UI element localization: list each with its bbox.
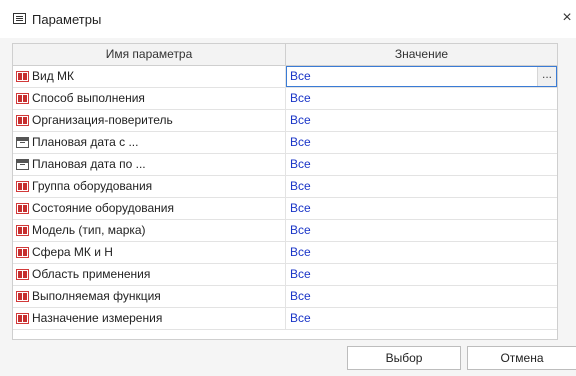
select-button[interactable]: Выбор (347, 346, 461, 370)
value-cell[interactable]: Все (286, 88, 557, 109)
parameter-value: Все (290, 245, 311, 259)
text-param-icon (16, 115, 29, 126)
name-cell[interactable]: Способ выполнения (13, 88, 286, 109)
table-row[interactable]: Область применения Все (13, 264, 557, 286)
value-cell[interactable]: Все (286, 110, 557, 131)
value-cell[interactable]: Все (286, 176, 557, 197)
table-row[interactable]: Организация-поверитель Все (13, 110, 557, 132)
parameter-value: Все (290, 69, 311, 83)
parameter-name: Плановая дата с ... (32, 135, 139, 149)
parameter-name: Группа оборудования (32, 179, 153, 193)
parameter-value: Все (290, 91, 311, 105)
name-cell[interactable]: Область применения (13, 264, 286, 285)
value-cell[interactable]: Все (286, 154, 557, 175)
text-param-icon (16, 225, 29, 236)
text-param-icon (16, 291, 29, 302)
text-param-icon (16, 93, 29, 104)
calendar-icon (16, 159, 29, 170)
table-row[interactable]: Вид МК Все ... (13, 66, 557, 88)
parameter-name: Вид МК (32, 69, 75, 83)
close-icon[interactable]: × (560, 9, 574, 27)
name-cell[interactable]: Плановая дата с ... (13, 132, 286, 153)
parameter-value: Все (290, 311, 311, 325)
text-param-icon (16, 247, 29, 258)
name-cell[interactable]: Группа оборудования (13, 176, 286, 197)
title-bar: Параметры × (0, 0, 576, 38)
text-param-icon (16, 313, 29, 324)
table-row[interactable]: Плановая дата с ... Все (13, 132, 557, 154)
table-row[interactable]: Выполняемая функция Все (13, 286, 557, 308)
parameter-value: Все (290, 113, 311, 127)
parameter-value: Все (290, 289, 311, 303)
parameter-value: Все (290, 201, 311, 215)
form-icon (13, 13, 26, 24)
table-row[interactable]: Группа оборудования Все (13, 176, 557, 198)
table-row[interactable]: Плановая дата по ... Все (13, 154, 557, 176)
parameter-value: Все (290, 135, 311, 149)
text-param-icon (16, 71, 29, 82)
table-header: Имя параметра Значение (13, 44, 557, 66)
table-row[interactable]: Сфера МК и Н Все (13, 242, 557, 264)
text-param-icon (16, 181, 29, 192)
parameter-name: Состояние оборудования (32, 201, 174, 215)
table-row[interactable]: Модель (тип, марка) Все (13, 220, 557, 242)
name-cell[interactable]: Назначение измерения (13, 308, 286, 329)
name-cell[interactable]: Вид МК (13, 66, 286, 87)
text-param-icon (16, 203, 29, 214)
name-cell[interactable]: Сфера МК и Н (13, 242, 286, 263)
ellipsis-button[interactable]: ... (537, 67, 556, 86)
name-cell[interactable]: Организация-поверитель (13, 110, 286, 131)
name-cell[interactable]: Модель (тип, марка) (13, 220, 286, 241)
parameter-name: Модель (тип, марка) (32, 223, 146, 237)
value-cell[interactable]: Все ... (286, 66, 557, 87)
name-cell[interactable]: Состояние оборудования (13, 198, 286, 219)
calendar-icon (16, 137, 29, 148)
value-cell[interactable]: Все (286, 308, 557, 329)
table-row[interactable]: Способ выполнения Все (13, 88, 557, 110)
column-header-value[interactable]: Значение (286, 44, 557, 65)
value-cell[interactable]: Все (286, 286, 557, 307)
name-cell[interactable]: Выполняемая функция (13, 286, 286, 307)
parameter-value: Все (290, 179, 311, 193)
column-header-name[interactable]: Имя параметра (13, 44, 286, 65)
value-cell[interactable]: Все (286, 220, 557, 241)
value-cell[interactable]: Все (286, 264, 557, 285)
value-cell[interactable]: Все (286, 242, 557, 263)
text-param-icon (16, 269, 29, 280)
parameter-name: Способ выполнения (32, 91, 145, 105)
parameters-table: Имя параметра Значение Вид МК Все ... Сп… (12, 43, 558, 340)
table-row[interactable]: Назначение измерения Все (13, 308, 557, 330)
parameter-name: Выполняемая функция (32, 289, 161, 303)
name-cell[interactable]: Плановая дата по ... (13, 154, 286, 175)
parameter-name: Область применения (32, 267, 151, 281)
parameter-name: Организация-поверитель (32, 113, 173, 127)
parameter-name: Сфера МК и Н (32, 245, 113, 259)
parameter-value: Все (290, 267, 311, 281)
value-cell[interactable]: Все (286, 132, 557, 153)
value-cell[interactable]: Все (286, 198, 557, 219)
parameter-value: Все (290, 223, 311, 237)
window-title: Параметры (32, 12, 102, 27)
cancel-button[interactable]: Отмена (467, 346, 576, 370)
parameter-name: Назначение измерения (32, 311, 163, 325)
table-row[interactable]: Состояние оборудования Все (13, 198, 557, 220)
parameter-value: Все (290, 157, 311, 171)
parameter-name: Плановая дата по ... (32, 157, 146, 171)
